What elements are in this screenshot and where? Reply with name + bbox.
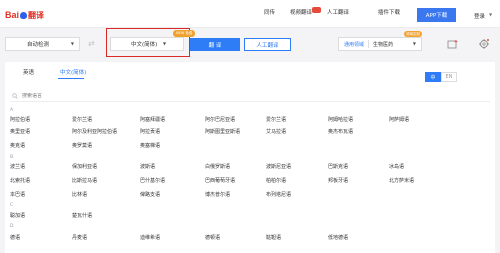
language-item[interactable]: 阿姆哈拉语 (328, 116, 353, 123)
language-item[interactable]: 低地德语 (328, 234, 348, 241)
language-item[interactable]: 奥罗莫语 (72, 142, 92, 149)
language-item[interactable]: 迪维希语 (140, 234, 160, 241)
language-item[interactable]: 波斯语 (140, 163, 155, 170)
source-language-select[interactable]: 自动检测 ▼ (5, 37, 80, 51)
top-bar: Bai 翻译 同传 视频翻译 人工翻译 插件下载 APP下载 登录 ▼ (0, 0, 500, 28)
divider (368, 40, 370, 48)
login-link[interactable]: 登录 (474, 12, 485, 20)
language-item[interactable]: 北方萨米语 (389, 177, 414, 184)
language-item[interactable]: 爱尔兰语 (266, 116, 286, 123)
group-letter-d: D (10, 224, 14, 229)
language-item[interactable]: 爱尔兰语 (72, 116, 92, 123)
language-item[interactable]: 博杰普尔语 (205, 191, 230, 198)
app-download-button[interactable]: APP下载 (417, 8, 456, 22)
language-item[interactable]: 北索托语 (10, 177, 30, 184)
swap-languages-icon[interactable]: ⇄ (88, 39, 95, 48)
language-item[interactable]: 奥杰布瓦语 (328, 128, 353, 135)
domain-select[interactable]: 通用领域 生物医药 ▼ (338, 37, 422, 51)
translate-button[interactable]: 翻 译 (190, 38, 240, 51)
language-item[interactable]: 巴西葡萄牙语 (205, 177, 235, 184)
target-language-select[interactable]: 中文(简体) ▼ (110, 37, 184, 51)
human-translate-button[interactable]: 人工翻译 (244, 38, 291, 51)
baidu-translate-logo[interactable]: Bai 翻译 (5, 9, 44, 21)
language-item[interactable]: 巴什基尔语 (140, 177, 165, 184)
language-item[interactable]: 布列塔尼语 (266, 191, 291, 198)
logo-text: Bai (5, 10, 20, 20)
tab-english[interactable]: 英语 (23, 68, 34, 76)
domain-custom-badge: 领域定制 (404, 31, 422, 37)
language-item[interactable]: 白俄罗斯语 (205, 163, 230, 170)
language-item[interactable]: 艾马拉语 (266, 128, 286, 135)
nav-item-simultaneous[interactable]: 同传 (264, 8, 275, 16)
language-item[interactable]: 奥塞梯语 (140, 142, 160, 149)
logo-suffix: 翻译 (28, 10, 45, 20)
language-item[interactable]: 本巴语 (10, 191, 25, 198)
language-item[interactable]: 楚瓦什语 (72, 212, 92, 219)
group-letter-c: C (10, 203, 14, 208)
language-item[interactable]: 奥克语 (10, 142, 25, 149)
language-item[interactable]: 鞑靼语 (266, 234, 281, 241)
group-letter-a: A (10, 108, 14, 113)
nav-item-human[interactable]: 人工翻译 (327, 8, 349, 16)
language-item[interactable]: 阿尔巴尼亚语 (205, 116, 235, 123)
language-item[interactable]: 阿塞拜疆语 (140, 116, 165, 123)
toggle-en[interactable]: EN (441, 72, 457, 82)
language-item[interactable]: 阿拉伯语 (10, 116, 30, 123)
chevron-down-icon: ▼ (489, 12, 493, 17)
language-item[interactable]: 波斯尼亚语 (266, 163, 291, 170)
language-item[interactable]: 比林语 (72, 191, 87, 198)
language-item[interactable]: 德顿语 (205, 234, 220, 241)
language-item[interactable]: 邦板牙语 (328, 177, 348, 184)
language-item[interactable]: 阿斯图里亚斯语 (205, 128, 240, 135)
language-item[interactable]: 巴斯克语 (328, 163, 348, 170)
language-item[interactable]: 阿萨姆语 (389, 116, 409, 123)
language-item[interactable]: 保加利亚语 (72, 163, 97, 170)
hot-badge-icon (312, 7, 321, 13)
language-item[interactable]: 聪加语 (10, 212, 25, 219)
language-item[interactable]: 德语 (10, 234, 20, 241)
domain-value: 生物医药 (373, 41, 394, 48)
language-item[interactable]: 冰岛语 (389, 163, 404, 170)
add-term-icon[interactable] (447, 39, 459, 49)
free-badge: NEW 免费 (173, 30, 196, 37)
language-item[interactable]: 阿尔及利亚阿拉伯语 (72, 128, 117, 135)
nav-item-video[interactable]: 视频翻译 (290, 8, 312, 16)
gear-icon[interactable] (478, 38, 490, 50)
display-language-toggle: 中 EN (425, 72, 457, 82)
language-item[interactable]: 丹麦语 (72, 234, 87, 241)
toggle-zh[interactable]: 中 (425, 72, 441, 82)
language-item[interactable]: 俾路支语 (140, 191, 160, 198)
source-language-value: 自动检测 (27, 42, 50, 48)
search-icon (12, 92, 18, 99)
nav-item-plugin[interactable]: 插件下载 (378, 8, 400, 16)
language-item[interactable]: 比斯拉马语 (72, 177, 97, 184)
language-item[interactable]: 奥里亚语 (10, 128, 30, 135)
chevron-down-icon: ▼ (412, 41, 416, 46)
language-item[interactable]: 柏柏尔语 (266, 177, 286, 184)
language-item[interactable]: 波兰语 (10, 163, 25, 170)
language-search (10, 90, 490, 102)
paw-icon (20, 11, 28, 19)
domain-label: 通用领域 (344, 41, 365, 48)
tab-chinese[interactable]: 中文(简体) (60, 68, 86, 76)
chevron-down-icon: ▼ (70, 41, 74, 46)
language-item[interactable]: 阿拉贡语 (140, 128, 160, 135)
chevron-down-icon: ▼ (163, 41, 167, 46)
target-language-value: 中文(简体) (131, 42, 158, 48)
active-tab-indicator (58, 78, 84, 79)
language-dropdown-panel: 英语 中文(简体) 中 EN A 阿拉伯语 爱尔兰语 阿塞拜疆语 阿尔巴尼亚语 … (5, 62, 495, 253)
search-input[interactable] (22, 92, 222, 99)
group-letter-b: B (10, 155, 14, 160)
